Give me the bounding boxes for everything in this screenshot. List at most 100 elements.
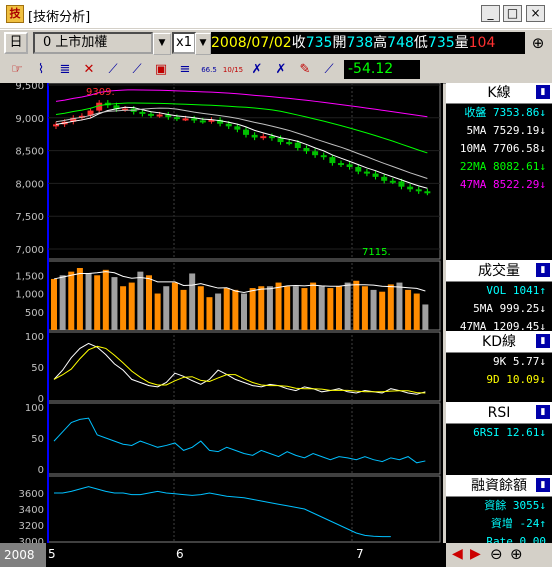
volume-bar [85,273,92,330]
month-label-6: 6 [176,547,184,561]
minimize-button[interactable]: _ [481,5,500,22]
panel-frame [47,475,441,543]
volume-bar [318,286,325,330]
chart-canvas[interactable]: 9,500 9,000 8,500 8,000 7,500 7,000 9309. 7115.… [0,83,443,543]
scroll-right-icon[interactable]: ▶ [470,546,481,562]
high-label: 高 [373,35,388,51]
candle-body [199,120,206,123]
fan-tool-icon[interactable]: ⟋ [102,59,124,81]
margin-settings-icon[interactable]: ▮ [536,478,550,492]
margin-tick-label: 3400 [19,505,44,516]
window-title: [技術分析] [28,10,91,25]
k-line-tool-icon[interactable]: ⌇ [30,59,52,81]
kd-panel-title-text: KD線 [482,334,516,350]
volume-bar [396,282,403,330]
period-button[interactable]: 日 [4,32,28,54]
rsi-tick-label: 50 [31,434,44,445]
candle-body [338,163,344,166]
low-value: 735 [427,35,455,51]
vol-panel-title[interactable]: 成交量 ▮ [446,261,552,282]
kd-legend-row: 9D 10.09↓ [486,373,546,386]
low-label: 低 [413,35,428,51]
k-settings-icon[interactable]: ▮ [536,85,550,99]
gann-tool-icon[interactable]: ⟋ [126,59,148,81]
candle-body [415,189,422,192]
cross-tool-icon[interactable]: ✕ [78,59,100,81]
kd-panel-title[interactable]: KD線 ▮ [446,332,552,353]
kd-settings-icon[interactable]: ▮ [536,334,550,348]
candle-body [303,147,310,152]
k-legend-row: 收盤 7353.86↓ [464,106,546,119]
vol-legend-row: 47MA 1209.45↓ [459,320,546,331]
price-tick-label: 7,500 [15,212,44,223]
candle-body [398,181,405,187]
volume-bar [327,288,334,330]
delete-tool-icon[interactable]: ✗ [246,59,268,81]
candle-body [320,155,327,158]
margin-balance-line [54,486,391,538]
volume-bar [258,286,265,330]
rsi-panel-title-text: RSI [487,405,511,421]
volume-bar [206,297,213,330]
fib-1015-tool-icon[interactable]: 10/15 [222,59,244,81]
box-tool-icon[interactable]: ▣ [150,59,172,81]
margin-panel-title[interactable]: 融資餘額 ▮ [446,476,552,497]
volume-bar [292,286,299,330]
rsi-tick-label: 0 [38,465,44,476]
stock-select[interactable]: 0 上市加權 [33,32,153,54]
pointer-tool-icon[interactable]: ☞ [6,59,28,81]
erase-tool-icon[interactable]: ✗ [270,59,292,81]
vol-legend-row: VOL 1041↑ [486,284,546,297]
multiplier-dropdown-icon[interactable]: ▼ [195,33,211,55]
pen-tool-icon[interactable]: ✎ [294,59,316,81]
maximize-button[interactable]: □ [503,5,522,22]
margin-legend-row: Rate 0.00 [486,535,546,543]
scroll-left-icon[interactable]: ◀ [452,546,463,562]
k-legend-row: 5MA 7529.19↓ [466,124,546,137]
volume-bar [102,269,109,330]
kd-legend-values: 9K 5.77↓ 9D 10.09↓ [446,353,552,402]
stock-dropdown-icon[interactable]: ▼ [153,33,171,55]
volume-bar [163,286,170,330]
rsi-settings-icon[interactable]: ▮ [536,405,550,419]
volume-bar [266,286,273,330]
close-button[interactable]: × [526,5,545,22]
vol-settings-icon[interactable]: ▮ [536,263,550,277]
candle-body [355,167,362,172]
fib-66-tool-icon[interactable]: 66.5 [198,59,220,81]
kd-legend-row: 9K 5.77↓ [493,355,546,368]
k-panel-title[interactable]: K線 ▮ [446,83,552,104]
volume-bar [197,286,204,330]
k-legend-row: 22MA 8082.61↓ [459,160,546,173]
candle-body [53,124,59,127]
close-label: 收 [291,35,306,51]
volume-bar [232,289,239,330]
volume-bar [76,268,83,330]
price-tick-label: 8,000 [15,179,44,190]
rsi-line [53,417,426,464]
line-tool-icon[interactable]: ⟋ [318,59,340,81]
zoom-in-icon[interactable]: ⊕ [510,545,523,563]
volume-bar [387,284,394,330]
candle-tool-icon[interactable]: ≣ [54,59,76,81]
volume-bar [128,282,135,330]
candle-body [286,142,293,145]
candle-body [225,123,232,127]
volume-bar [223,288,230,330]
month-label-5: 5 [48,547,56,561]
candle-body [277,138,284,143]
nav-controls: ◀ ▶ ⊖ ⊕ [446,543,552,567]
detail-icon[interactable]: ⊕ [528,33,548,53]
candle-body [156,114,163,117]
lines-tool-icon[interactable]: ≡ [174,59,196,81]
change-readout: -54.12 [344,60,420,79]
volume-bar [94,275,101,330]
zoom-out-icon[interactable]: ⊖ [490,545,503,563]
open-value: 738 [346,35,374,51]
rsi-panel-title[interactable]: RSI ▮ [446,403,552,424]
multiplier-select[interactable]: x1 [172,32,196,54]
candle-body [294,142,301,148]
volume-bar [68,271,75,330]
price-tick-label: 8,500 [15,147,44,158]
volume-bar [310,282,317,330]
